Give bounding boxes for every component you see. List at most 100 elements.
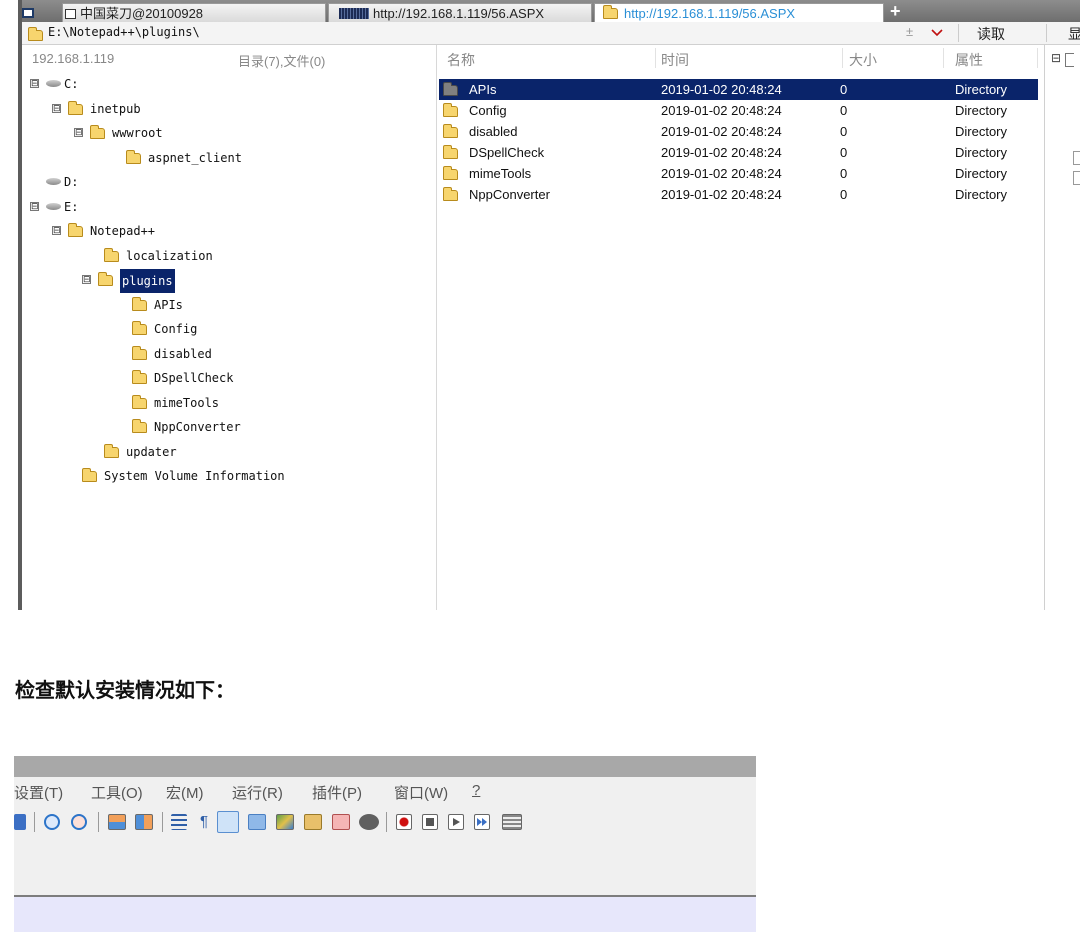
app-icon[interactable] [22, 3, 36, 19]
cell-attr: Directory [955, 145, 1008, 160]
plus-minus-icon[interactable]: ± [906, 24, 913, 39]
tree-expander-icon[interactable]: ⊟ [74, 128, 83, 138]
tree-node[interactable]: APIs [22, 294, 432, 316]
path-input[interactable]: E:\Notepad++\plugins\ [48, 25, 200, 39]
menu-help[interactable]: ? [472, 782, 480, 799]
sync-vertical-icon[interactable] [108, 814, 126, 830]
tab-url-1[interactable]: http://192.168.1.119/56.ASPX [328, 3, 592, 22]
monitoring-icon[interactable] [359, 814, 379, 830]
function-list-icon[interactable] [304, 814, 322, 830]
cell-time: 2019-01-02 20:48:24 [661, 145, 782, 160]
drive-icon [46, 178, 61, 185]
file-list-panel: 名称 时间 大小 属性 APIs 2019-01-02 20:48:24 0 Dire… [437, 45, 1043, 610]
toolbar-partial-icon[interactable] [14, 814, 26, 830]
tree-node[interactable]: DSpellCheck [22, 367, 432, 389]
tree-node[interactable]: System Volume Information [22, 465, 432, 487]
tree-node[interactable]: mimeTools [22, 392, 432, 414]
menu-macro[interactable]: 宏(M) [166, 782, 204, 803]
cell-size: 0 [840, 82, 848, 97]
column-header-size[interactable]: 大小 [849, 50, 877, 70]
drive-icon [46, 202, 61, 210]
column-divider[interactable] [943, 48, 944, 68]
tree-node-label: Notepad++ [90, 224, 156, 238]
tab-label: http://192.168.1.119/56.ASPX [373, 6, 545, 21]
tree-expander-icon[interactable]: ⊟ [82, 275, 91, 285]
tree-node[interactable]: ⊟ inetpub [22, 98, 432, 120]
menu-plugins[interactable]: 插件(P) [312, 782, 362, 803]
column-header-attr[interactable]: 属性 [955, 50, 983, 70]
zoom-out-icon[interactable] [71, 814, 87, 830]
zoom-in-icon[interactable] [44, 814, 60, 830]
menu-run[interactable]: 运行(R) [232, 782, 283, 803]
tree-expander-icon[interactable]: ⊟ [52, 226, 61, 236]
toolbar-separator [386, 812, 387, 832]
column-header-time[interactable]: 时间 [661, 50, 689, 70]
file-row[interactable]: APIs 2019-01-02 20:48:24 0 Directory [439, 79, 1038, 100]
play-macro-icon[interactable] [448, 814, 464, 830]
menu-window[interactable]: 窗口(W) [394, 782, 448, 803]
tree-expander-icon[interactable]: ⊟ [52, 103, 61, 113]
column-divider[interactable] [842, 48, 843, 68]
image-icon [339, 8, 369, 20]
tree-node-label: inetpub [90, 101, 141, 116]
tree-node[interactable]: D: [22, 171, 432, 193]
sync-horizontal-icon[interactable] [135, 814, 153, 830]
doc-map-icon[interactable] [276, 814, 294, 830]
tree-node[interactable]: ⊟ C: [22, 73, 432, 95]
menu-settings[interactable]: 设置(T) [14, 782, 63, 803]
tree-node[interactable]: ⊟ plugins [22, 269, 432, 293]
add-tab-button[interactable]: + [890, 1, 901, 21]
show-button[interactable]: 显 [1068, 24, 1080, 44]
divider [1046, 24, 1047, 42]
window-icon [22, 7, 34, 18]
tree-node[interactable]: localization [22, 245, 432, 267]
show-all-chars-icon[interactable]: ¶ [196, 814, 212, 830]
folder-icon [104, 443, 119, 458]
tree-node[interactable]: ⊟ wwwroot [22, 122, 432, 144]
tree-expander-icon[interactable]: ⊟ [30, 201, 39, 211]
cell-name: disabled [469, 124, 518, 139]
expander-icon[interactable]: ⊟ [1051, 51, 1061, 65]
indent-guide-icon[interactable] [217, 811, 239, 833]
column-header-name[interactable]: 名称 [447, 50, 475, 70]
file-row[interactable]: DSpellCheck 2019-01-02 20:48:24 0 Directory [439, 142, 1038, 163]
tree-node-label: E: [64, 199, 79, 214]
stop-record-icon[interactable] [422, 814, 438, 830]
dir-summary: 目录(7),文件(0) [238, 54, 326, 69]
folder-as-workspace-icon[interactable] [332, 814, 350, 830]
file-row[interactable]: disabled 2019-01-02 20:48:24 0 Directory [439, 121, 1038, 142]
record-macro-icon[interactable] [396, 814, 412, 830]
file-row[interactable]: NppConverter 2019-01-02 20:48:24 0 Director… [439, 184, 1038, 205]
word-wrap-icon[interactable] [171, 814, 187, 830]
file-row[interactable]: mimeTools 2019-01-02 20:48:24 0 Directory [439, 163, 1038, 184]
cell-name: APIs [469, 82, 497, 97]
save-macro-icon[interactable] [502, 814, 522, 830]
tab-url-2[interactable]: http://192.168.1.119/56.ASPX [594, 3, 884, 22]
side-panel: ⊟ [1044, 45, 1080, 610]
tree-node[interactable]: updater [22, 441, 432, 463]
udl-icon[interactable] [248, 814, 266, 830]
tree-node[interactable]: ⊟ E: [22, 196, 432, 218]
cell-attr: Directory [955, 166, 1008, 181]
tab-caidao-main[interactable]: 中国菜刀@20100928 [62, 3, 326, 22]
toolbar-separator [162, 812, 163, 832]
tree-node[interactable]: ⊟ Notepad++ [22, 220, 432, 242]
read-button[interactable]: 读取 [977, 24, 1005, 44]
tree-node-label: updater [126, 444, 177, 459]
folder-icon [104, 247, 119, 262]
tree-node[interactable]: disabled [22, 343, 432, 365]
folder-icon [82, 468, 97, 482]
file-row[interactable]: Config 2019-01-02 20:48:24 0 Directory [439, 100, 1038, 121]
column-divider[interactable] [655, 48, 656, 68]
run-macro-multiple-icon[interactable] [474, 814, 490, 830]
tree-node[interactable]: aspnet_client [22, 147, 432, 169]
chevron-down-icon[interactable] [930, 22, 944, 45]
tree-node[interactable]: Config [22, 318, 432, 340]
tree-node-label: Config [154, 322, 198, 336]
menu-tools[interactable]: 工具(O) [91, 782, 143, 803]
tree-expander-icon[interactable]: ⊟ [30, 79, 39, 89]
tree-node-label: DSpellCheck [154, 371, 234, 385]
column-divider[interactable] [1037, 48, 1038, 68]
tree-node[interactable]: NppConverter [22, 416, 432, 438]
tree-node-label: plugins [120, 269, 175, 293]
